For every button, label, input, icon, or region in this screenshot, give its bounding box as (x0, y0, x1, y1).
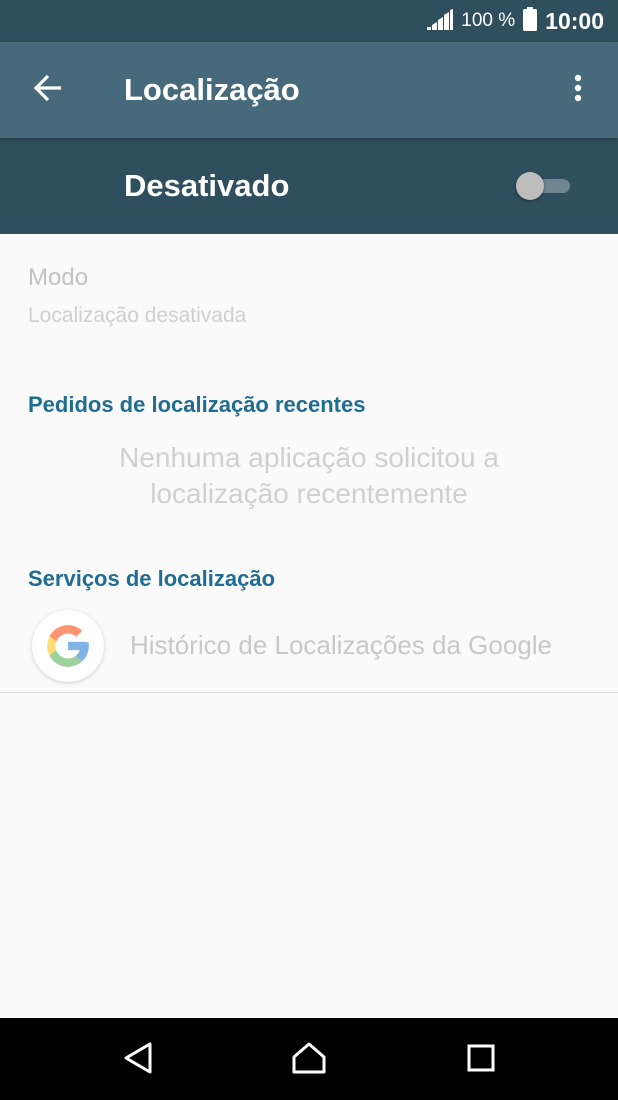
google-g-icon (32, 610, 104, 682)
nav-home-button[interactable] (285, 1036, 333, 1084)
status-clock: 10:00 (545, 7, 604, 34)
location-settings-screen: 100 % 10:00 Localização Desativado Modo … (0, 0, 618, 1100)
nav-back-button[interactable] (114, 1036, 162, 1084)
recent-requests-header: Pedidos de localização recentes (28, 392, 366, 417)
switch-thumb (516, 172, 544, 200)
location-master-switch-bar[interactable]: Desativado (0, 138, 618, 234)
mode-subtitle: Localização desativada (28, 304, 247, 327)
app-bar: Localização (0, 42, 618, 138)
arrow-left-icon (33, 74, 63, 107)
mode-setting-item: Modo Localização desativada (0, 234, 618, 344)
signal-icon (427, 8, 454, 35)
google-location-history-item[interactable]: Histórico de Localizações da Google (0, 602, 618, 692)
status-indicators: 100 % 10:00 (427, 0, 604, 42)
location-toggle-switch[interactable] (516, 172, 572, 200)
back-button[interactable] (22, 66, 74, 114)
recent-requests-empty-message: Nenhuma aplicação solicitou a localizaçã… (0, 440, 618, 512)
status-bar: 100 % 10:00 (0, 0, 618, 42)
divider (0, 692, 618, 693)
empty-message-line-1: Nenhuma aplicação solicitou a (119, 442, 499, 473)
page-title: Localização (124, 72, 300, 107)
location-services-header: Serviços de localização (28, 566, 276, 591)
back-triangle-icon (122, 1041, 154, 1080)
master-switch-label: Desativado (124, 168, 290, 203)
mode-title: Modo (28, 264, 89, 291)
home-icon (291, 1041, 327, 1080)
recents-square-icon (466, 1043, 496, 1078)
navigation-bar (0, 1018, 618, 1100)
google-location-history-label: Histórico de Localizações da Google (130, 630, 553, 660)
more-options-button[interactable] (556, 66, 600, 114)
more-vertical-icon (574, 74, 582, 107)
nav-recents-button[interactable] (457, 1036, 505, 1084)
empty-message-line-2: localização recentemente (150, 478, 468, 509)
battery-percent: 100 % (461, 10, 516, 31)
battery-icon (523, 6, 538, 36)
